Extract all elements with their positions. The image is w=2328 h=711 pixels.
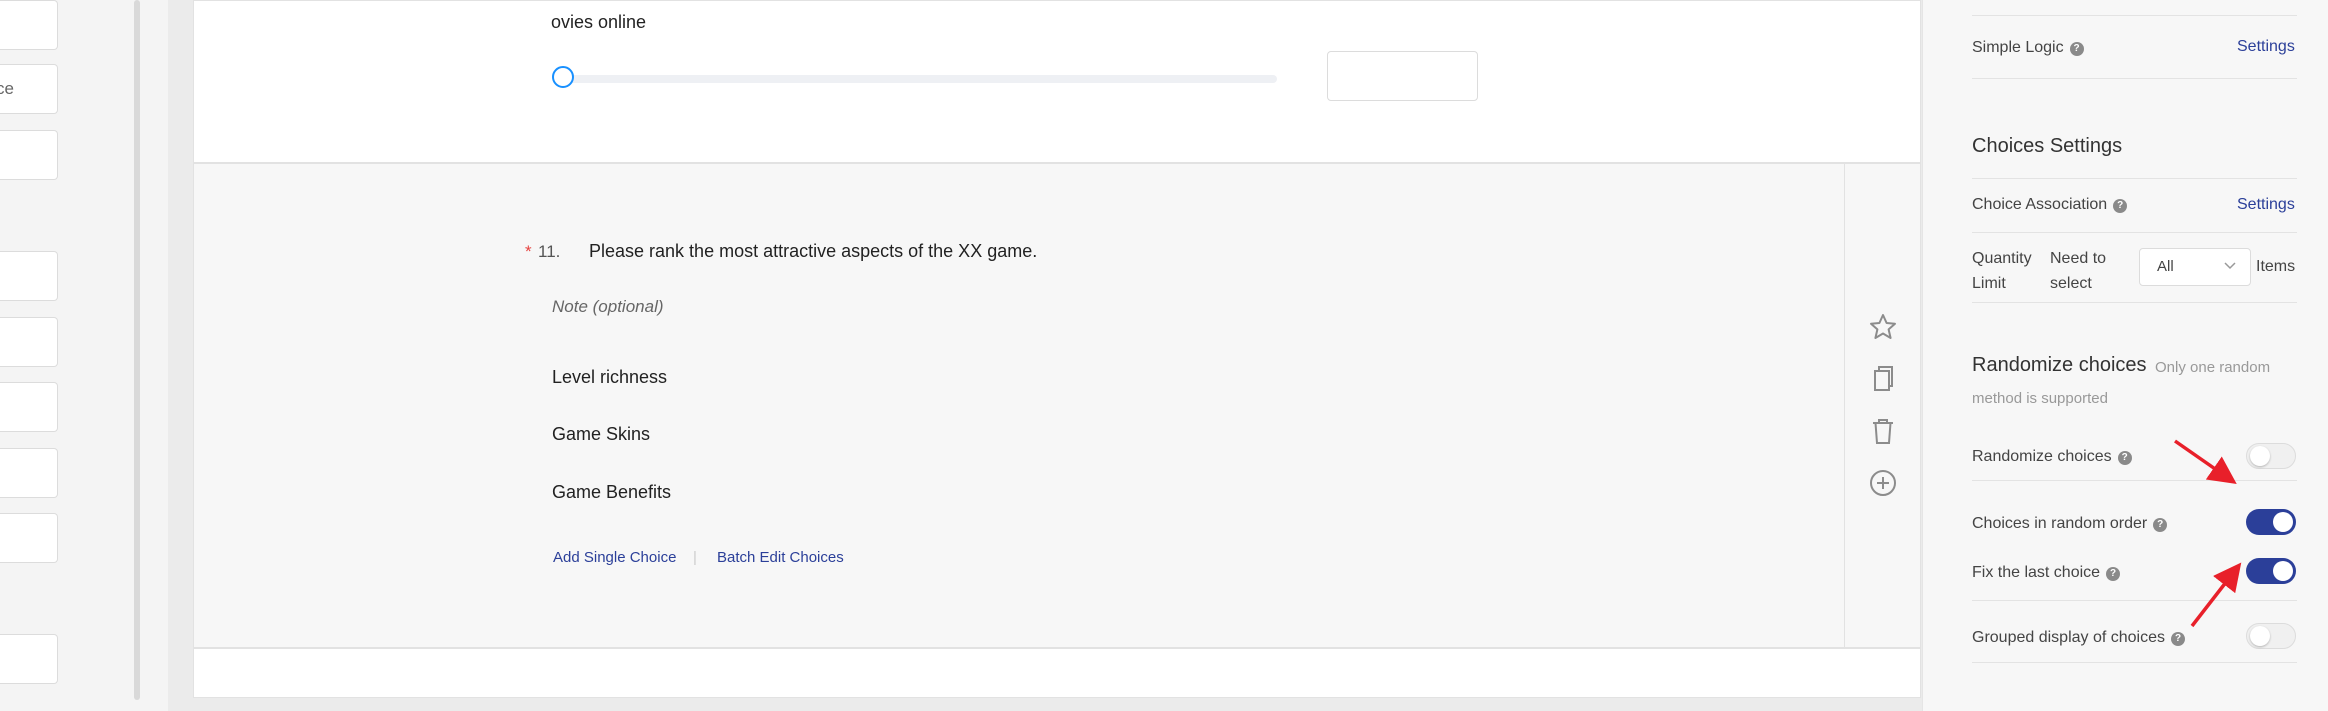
left-input-3[interactable] bbox=[0, 130, 58, 180]
slider-value-input[interactable] bbox=[1327, 51, 1478, 101]
help-icon[interactable]: ? bbox=[2117, 451, 2132, 465]
toggle-row-randomize: Randomize choices? bbox=[1972, 448, 2132, 466]
left-input-9[interactable] bbox=[0, 634, 58, 684]
slider-track[interactable] bbox=[565, 75, 1277, 83]
star-icon[interactable] bbox=[1868, 312, 1898, 342]
left-input-8[interactable] bbox=[0, 513, 58, 563]
choices-random-order-toggle[interactable] bbox=[2246, 509, 2296, 535]
items-label: Items bbox=[2256, 258, 2296, 275]
toggle-knob bbox=[2250, 446, 2270, 466]
randomize-hint-line1: Only one random bbox=[2155, 359, 2271, 376]
toggle-knob bbox=[2250, 626, 2270, 646]
divider bbox=[1972, 78, 2297, 79]
help-icon[interactable]: ? bbox=[2171, 632, 2185, 646]
add-circle-icon[interactable] bbox=[1868, 468, 1898, 498]
question-number: 11. bbox=[538, 242, 561, 261]
choice-item[interactable]: Game Skins bbox=[552, 424, 650, 445]
randomize-choices-title: Randomize choices bbox=[1972, 354, 2147, 376]
toggle-label: Choices in random order bbox=[1972, 515, 2148, 532]
divider bbox=[1972, 600, 2297, 601]
divider bbox=[1972, 480, 2297, 481]
copy-icon[interactable] bbox=[1868, 364, 1898, 394]
divider bbox=[1972, 232, 2297, 233]
divider bbox=[1972, 178, 2297, 179]
need-to-select-line2: select bbox=[2050, 275, 2092, 292]
toggle-row-grouped: Grouped display of choices? bbox=[1972, 629, 2185, 647]
randomize-hint-line2: method is supported bbox=[1972, 390, 2108, 407]
required-mark: * bbox=[525, 242, 532, 261]
help-icon[interactable]: ? bbox=[2106, 567, 2121, 581]
simple-logic-row: Simple Logic? bbox=[1972, 39, 2084, 57]
simple-logic-settings-link[interactable]: Settings bbox=[2237, 38, 2295, 56]
left-input-1[interactable] bbox=[0, 0, 58, 50]
add-single-choice-link[interactable]: Add Single Choice bbox=[553, 549, 676, 566]
toggle-knob bbox=[2273, 512, 2293, 532]
choice-association-row: Choice Association? bbox=[1972, 196, 2128, 214]
toggle-row-random-order: Choices in random order? bbox=[1972, 515, 2168, 533]
divider bbox=[1972, 662, 2297, 663]
question-note-field[interactable]: Note (optional) bbox=[552, 297, 664, 317]
left-input-6[interactable] bbox=[0, 382, 58, 432]
toggle-row-fix-last: Fix the last choice? bbox=[1972, 564, 2121, 582]
toggle-label: Grouped display of choices bbox=[1972, 629, 2165, 646]
grouped-display-toggle[interactable] bbox=[2246, 623, 2296, 649]
choice-association-label: Choice Association bbox=[1972, 196, 2108, 213]
question-10-title: ovies online bbox=[551, 12, 647, 32]
toggle-label: Randomize choices bbox=[1972, 448, 2112, 465]
toggle-label: Fix the last choice bbox=[1972, 564, 2101, 581]
quantity-limit-label-line1: Quantity bbox=[1972, 250, 2032, 267]
question-title[interactable]: Please rank the most attractive aspects … bbox=[589, 241, 1037, 262]
batch-edit-choices-link[interactable]: Batch Edit Choices bbox=[717, 549, 844, 566]
question-11-card[interactable] bbox=[193, 163, 1921, 648]
fix-last-choice-toggle[interactable] bbox=[2246, 558, 2296, 584]
chevron-down-icon bbox=[2224, 262, 2236, 270]
left-panel: ce bbox=[0, 0, 168, 711]
trash-icon[interactable] bbox=[1868, 416, 1898, 446]
help-icon[interactable]: ? bbox=[2153, 518, 2168, 532]
need-to-select-line1: Need to bbox=[2050, 250, 2107, 267]
randomize-choices-toggle[interactable] bbox=[2246, 443, 2296, 469]
left-input-7[interactable] bbox=[0, 448, 58, 498]
simple-logic-label: Simple Logic bbox=[1972, 39, 2064, 56]
quantity-select-value: All bbox=[2157, 258, 2174, 275]
left-input-4[interactable] bbox=[0, 251, 58, 301]
quantity-limit-label-line2: Limit bbox=[1972, 275, 2006, 292]
question-12-card[interactable] bbox=[193, 648, 1921, 698]
left-scrollbar[interactable] bbox=[134, 0, 140, 700]
choices-settings-title: Choices Settings bbox=[1972, 135, 2123, 157]
slider-handle[interactable] bbox=[552, 66, 574, 88]
question-toolbar bbox=[1844, 163, 1922, 648]
need-to-select-label: Need to select bbox=[2050, 246, 2106, 296]
link-separator: | bbox=[693, 549, 697, 566]
choice-item[interactable]: Game Benefits bbox=[552, 482, 671, 503]
divider bbox=[1972, 302, 2297, 303]
toggle-knob bbox=[2273, 561, 2293, 581]
choice-item[interactable]: Level richness bbox=[552, 367, 667, 388]
divider bbox=[1972, 15, 2297, 16]
choice-association-settings-link[interactable]: Settings bbox=[2237, 196, 2295, 214]
left-input-2[interactable]: ce bbox=[0, 64, 58, 114]
help-icon[interactable]: ? bbox=[2069, 42, 2084, 56]
left-input-5[interactable] bbox=[0, 317, 58, 367]
help-icon[interactable]: ? bbox=[2113, 199, 2128, 213]
quantity-limit-label: Quantity Limit bbox=[1972, 246, 2032, 296]
